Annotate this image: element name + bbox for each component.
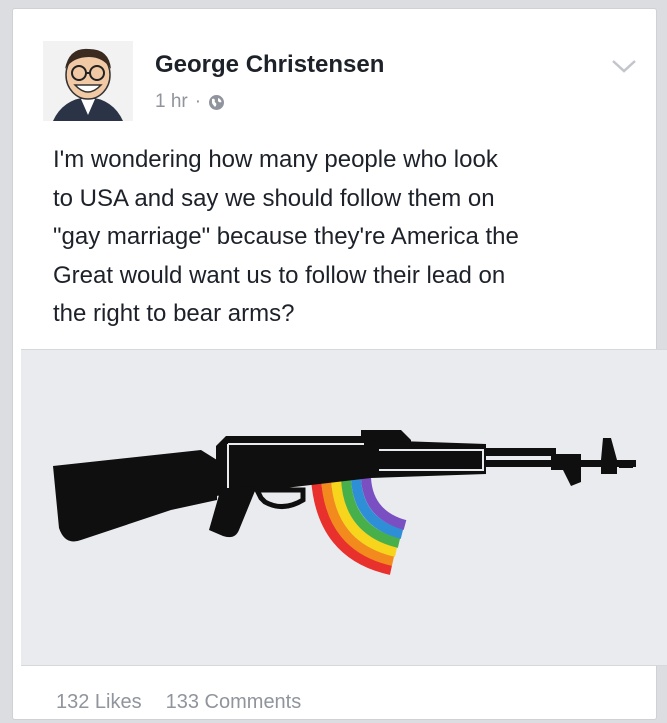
post-text-line: to USA and say we should follow them on — [53, 184, 495, 212]
post-text-line: Great would want us to follow their lead… — [53, 261, 506, 289]
post-text-line: the right to bear arms? — [53, 300, 295, 327]
chevron-down-icon[interactable] — [609, 55, 639, 77]
meta-separator: · — [194, 91, 202, 112]
likes-count[interactable]: 132 Likes — [56, 691, 142, 714]
post-card: George Christensen 1 hr · I'm wondering … — [12, 8, 667, 720]
post-meta: 1 hr · — [155, 91, 225, 113]
post-timestamp[interactable]: 1 hr — [155, 91, 188, 113]
comments-count[interactable]: 133 Comments — [166, 691, 302, 714]
author-name[interactable]: George Christensen — [155, 51, 384, 79]
post-text-line: "gay marriage" because they're America t… — [53, 223, 519, 250]
author-avatar[interactable] — [43, 41, 133, 121]
globe-icon[interactable] — [208, 94, 225, 111]
rifle-rainbow-illustration — [53, 430, 636, 575]
caricature-avatar-image — [43, 41, 133, 121]
post-text-line: I'm wondering how many people who look — [53, 146, 498, 173]
post-text: I'm wondering how many people who look t… — [53, 141, 653, 334]
engagement-stats: 132 Likes 133 Comments — [56, 691, 301, 714]
post-image[interactable] — [21, 349, 667, 666]
rainbow-magazine — [311, 477, 407, 575]
